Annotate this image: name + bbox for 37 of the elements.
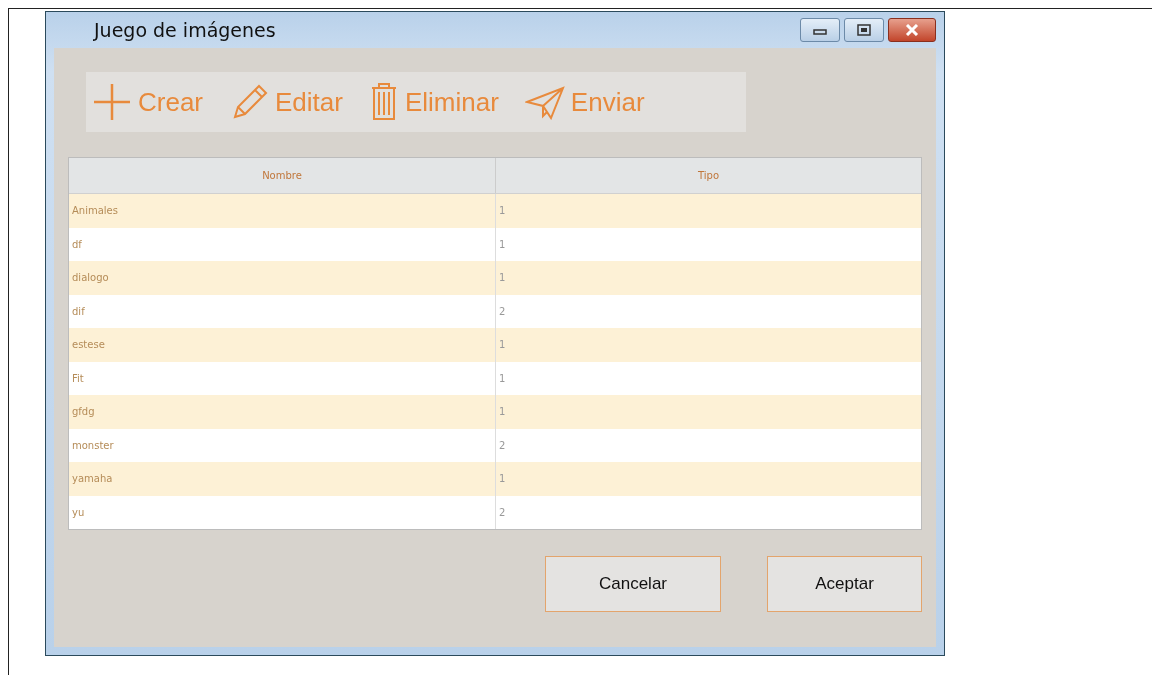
table-cell: yamaha	[69, 462, 496, 496]
toolbar-button[interactable]: Eliminar	[368, 82, 499, 122]
table-row[interactable]: yamaha 1	[69, 462, 921, 496]
table-cell-text: 2	[498, 438, 507, 453]
toolbar-button[interactable]: Enviar	[524, 84, 645, 120]
table-cell-text: 1	[498, 405, 507, 420]
close-icon	[905, 24, 919, 36]
dialog-button[interactable]: Cancelar	[545, 556, 721, 612]
table-cell: gfdg	[69, 395, 496, 429]
table-cell: yu	[69, 495, 496, 529]
table-cell-text: 1	[498, 204, 507, 219]
minimize-button[interactable]	[800, 18, 840, 42]
window-title: Juego de imágenes	[94, 19, 276, 41]
table-row[interactable]: Animales 1	[69, 194, 921, 228]
table-cell-text: 1	[498, 371, 507, 386]
table-cell-text: 1	[498, 472, 507, 487]
toolbar-button[interactable]: Editar	[229, 83, 343, 121]
table-row[interactable]: dialogo 1	[69, 261, 921, 295]
table-cell-text: 1	[498, 237, 507, 252]
table-row[interactable]: gfdg 1	[69, 395, 921, 429]
plus-icon	[92, 82, 132, 122]
table-cell: Animales	[69, 194, 496, 228]
column-header[interactable]: Tipo	[496, 158, 921, 193]
maximize-button[interactable]	[844, 18, 884, 42]
dialog-button[interactable]: Aceptar	[767, 556, 922, 612]
table-cell-text: 2	[498, 304, 507, 319]
table-cell-text: 2	[498, 505, 507, 520]
table-cell-text: 1	[498, 338, 507, 353]
close-button[interactable]	[888, 18, 936, 42]
column-header[interactable]: Nombre	[69, 158, 496, 193]
toolbar-button[interactable]: Crear	[92, 82, 203, 122]
table-row[interactable]: estese 1	[69, 328, 921, 362]
paper-plane-icon	[524, 84, 565, 120]
table-cell: estese	[69, 328, 496, 362]
table-cell-text: 1	[498, 271, 507, 286]
maximize-icon	[857, 24, 871, 36]
table-cell: dialogo	[69, 261, 496, 295]
